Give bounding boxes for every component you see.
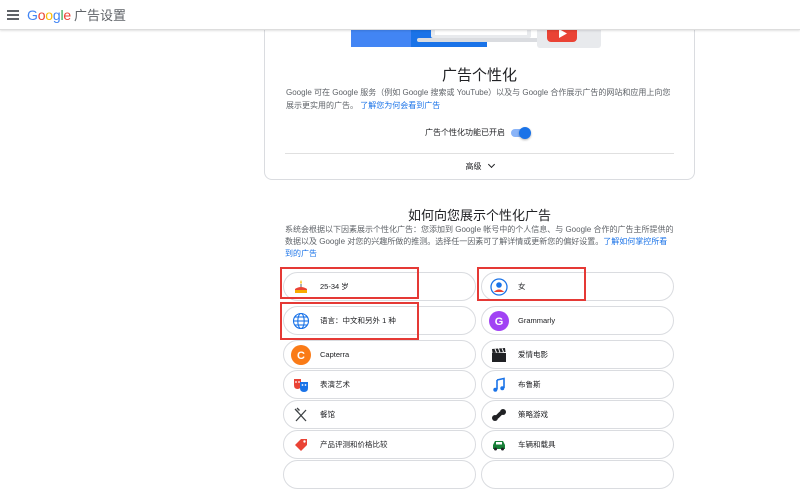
why-ads-link[interactable]: 了解您为何会看到广告 [360, 101, 440, 110]
factor-label: 25-34 岁 [320, 282, 349, 291]
section-title: 如何向您展示个性化广告 [407, 208, 551, 223]
factor-blues[interactable]: 布鲁斯 [481, 370, 674, 399]
clapperboard-icon [489, 345, 509, 365]
music-note-icon [489, 375, 509, 395]
card-description: Google 可在 Google 服务（例如 Google 搜索或 YouTub… [286, 86, 676, 112]
factor-performing-arts[interactable]: 表演艺术 [283, 370, 476, 399]
factor-label: 策略游戏 [518, 410, 548, 419]
price-tag-icon [291, 435, 311, 455]
personalization-toggle-row: 广告个性化功能已开启 [425, 126, 531, 139]
factor-romance-movies[interactable]: 爱情电影 [481, 340, 674, 369]
factor-age[interactable]: 25-34 岁 [283, 272, 476, 301]
capterra-c-icon: C [291, 344, 311, 365]
factor-row-partial [283, 460, 476, 489]
factor-product-reviews[interactable]: 产品评测和价格比较 [283, 430, 476, 459]
divider [285, 153, 674, 154]
brand[interactable]: Google 广告设置 [27, 5, 126, 24]
factor-capterra[interactable]: C Capterra [283, 340, 476, 369]
factor-label: 语言：中文和另外 1 种 [320, 316, 396, 325]
personalization-toggle[interactable] [511, 126, 531, 139]
grammarly-letter: G [495, 316, 504, 328]
grammarly-g-icon: G [489, 310, 509, 331]
factor-label: 爱情电影 [518, 350, 548, 359]
factor-label: 餐馆 [320, 410, 335, 419]
factor-row-partial [481, 460, 674, 489]
chevron-down-icon [487, 160, 495, 169]
factor-grammarly[interactable]: G Grammarly [481, 306, 674, 335]
factor-restaurants[interactable]: 餐馆 [283, 400, 476, 429]
globe-icon [291, 311, 311, 331]
card-description-text: Google 可在 Google 服务（例如 Google 搜索或 YouTub… [286, 88, 671, 110]
factor-label: Capterra [320, 350, 350, 359]
fork-knife-icon [291, 405, 311, 425]
ad-personalization-card: 广告个性化 Google 可在 Google 服务（例如 Google 搜索或 … [264, 22, 695, 180]
section-description: 系统会根据以下因素展示个性化广告：您添加到 Google 帐号中的个人信息、与 … [285, 224, 675, 260]
cake-icon [291, 277, 311, 297]
factor-gender[interactable]: 女 [481, 272, 674, 301]
factor-label: 车辆和载具 [518, 440, 556, 449]
factor-label: 表演艺术 [320, 380, 350, 389]
factor-label: 产品评测和价格比较 [320, 440, 388, 449]
google-logo: Google [27, 7, 71, 23]
top-bar: Google 广告设置 [0, 0, 800, 30]
advanced-label: 高级 [465, 162, 482, 171]
factor-label: 布鲁斯 [518, 380, 541, 389]
car-icon [489, 435, 509, 455]
hamburger-menu-icon[interactable] [7, 9, 19, 20]
app-title: 广告设置 [74, 8, 127, 23]
card-title: 广告个性化 [441, 67, 517, 84]
factor-label: 女 [518, 282, 526, 291]
factor-strategy-games[interactable]: 策略游戏 [481, 400, 674, 429]
factor-vehicles[interactable]: 车辆和载具 [481, 430, 674, 459]
person-icon [489, 277, 509, 297]
theater-masks-icon [291, 375, 311, 395]
toggle-label: 广告个性化功能已开启 [425, 128, 505, 137]
factor-language[interactable]: 语言：中文和另外 1 种 [283, 306, 476, 335]
advanced-button[interactable]: 高级 [265, 160, 694, 172]
capterra-letter: C [297, 350, 305, 362]
game-controller-icon [489, 405, 509, 425]
factor-label: Grammarly [518, 316, 556, 325]
